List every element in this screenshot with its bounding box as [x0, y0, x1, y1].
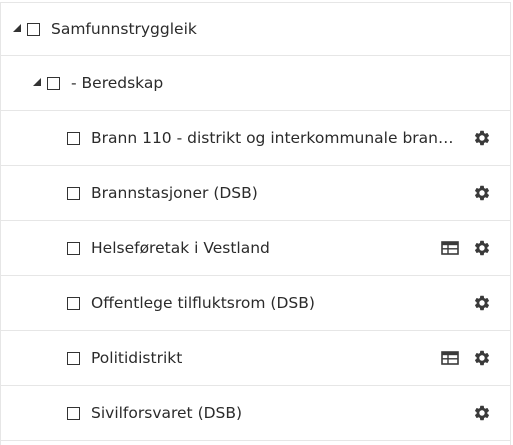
gear-icon[interactable]: [472, 238, 492, 258]
layer-actions: [472, 293, 492, 313]
layer-label: Offentlege tilfluktsrom (DSB): [91, 294, 315, 312]
layer-checkbox[interactable]: [67, 296, 80, 310]
layer-actions: [440, 348, 492, 368]
tree-node-label: - Beredskap: [71, 74, 164, 92]
tree-node-group[interactable]: - Beredskap: [1, 56, 510, 111]
table-icon[interactable]: [440, 238, 460, 258]
gear-icon[interactable]: [472, 183, 492, 203]
gear-icon[interactable]: [472, 348, 492, 368]
layer-row[interactable]: Politidistrikt: [1, 331, 510, 386]
layer-actions: [472, 128, 492, 148]
layer-checkbox[interactable]: [67, 406, 80, 420]
layer-label: Sivilforsvaret (DSB): [91, 404, 243, 422]
layer-checkbox[interactable]: [27, 22, 40, 36]
layer-tree-panel: Samfunnstryggleik - Beredskap Brann 110 …: [0, 2, 511, 445]
layer-row[interactable]: Sivilforsvaret (DSB): [1, 386, 510, 441]
layer-label: Brann 110 - distrikt og interkommunale b…: [91, 129, 463, 147]
gear-icon[interactable]: [472, 403, 492, 423]
layer-checkbox[interactable]: [67, 186, 80, 200]
expanded-triangle-icon[interactable]: [33, 77, 41, 86]
tree-node-label: Samfunnstryggleik: [51, 20, 197, 38]
gear-icon[interactable]: [472, 128, 492, 148]
layer-actions: [472, 403, 492, 423]
layer-label: Helseføretak i Vestland: [91, 239, 270, 257]
layer-row[interactable]: Brann 110 - distrikt og interkommunale b…: [1, 111, 510, 166]
expanded-triangle-icon[interactable]: [13, 23, 21, 32]
layer-row[interactable]: Brannstasjoner (DSB): [1, 166, 510, 221]
layer-checkbox[interactable]: [67, 241, 80, 255]
table-icon[interactable]: [440, 348, 460, 368]
tree-node-root[interactable]: Samfunnstryggleik: [1, 2, 510, 56]
layer-label: Brannstasjoner (DSB): [91, 184, 258, 202]
layer-row[interactable]: Helseføretak i Vestland: [1, 221, 510, 276]
gear-icon[interactable]: [472, 293, 492, 313]
layer-checkbox[interactable]: [47, 76, 60, 90]
layer-checkbox[interactable]: [67, 351, 80, 365]
layer-actions: [440, 238, 492, 258]
layer-actions: [472, 183, 492, 203]
layer-label: Politidistrikt: [91, 349, 183, 367]
layer-checkbox[interactable]: [67, 131, 80, 145]
layer-row[interactable]: Offentlege tilfluktsrom (DSB): [1, 276, 510, 331]
